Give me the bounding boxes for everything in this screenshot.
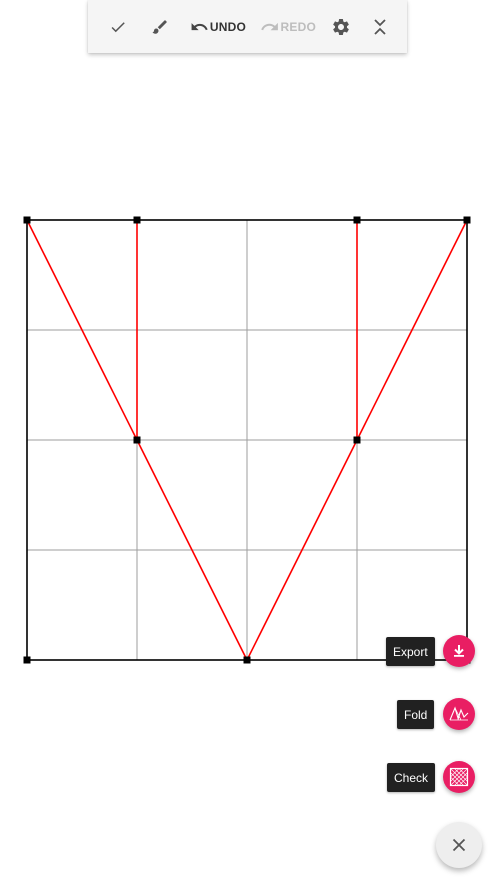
vertex-handle[interactable]	[353, 216, 361, 224]
grid-lines	[27, 220, 467, 660]
vertex-handle[interactable]	[133, 436, 141, 444]
vertex-handle[interactable]	[353, 436, 361, 444]
vertex-handle[interactable]	[133, 216, 141, 224]
export-label[interactable]: Export	[386, 637, 435, 666]
vertex-handle[interactable]	[243, 656, 251, 664]
app-root: UNDO REDO Export Fold Check	[0, 0, 495, 881]
vertex-handle[interactable]	[23, 656, 31, 664]
fold-label[interactable]: Fold	[397, 700, 435, 729]
check-button[interactable]	[443, 761, 475, 793]
download-icon	[454, 645, 464, 657]
fold-button[interactable]	[443, 698, 475, 730]
crease-check-icon	[449, 767, 469, 787]
close-icon	[452, 838, 466, 852]
vertex-handle[interactable]	[23, 216, 31, 224]
vertex-handle[interactable]	[463, 216, 471, 224]
speed-dial-close-button[interactable]	[436, 822, 482, 868]
fold-icon	[449, 706, 469, 721]
crease-pattern-canvas[interactable]	[0, 0, 495, 881]
export-button[interactable]	[443, 635, 475, 667]
check-label[interactable]: Check	[387, 763, 436, 792]
